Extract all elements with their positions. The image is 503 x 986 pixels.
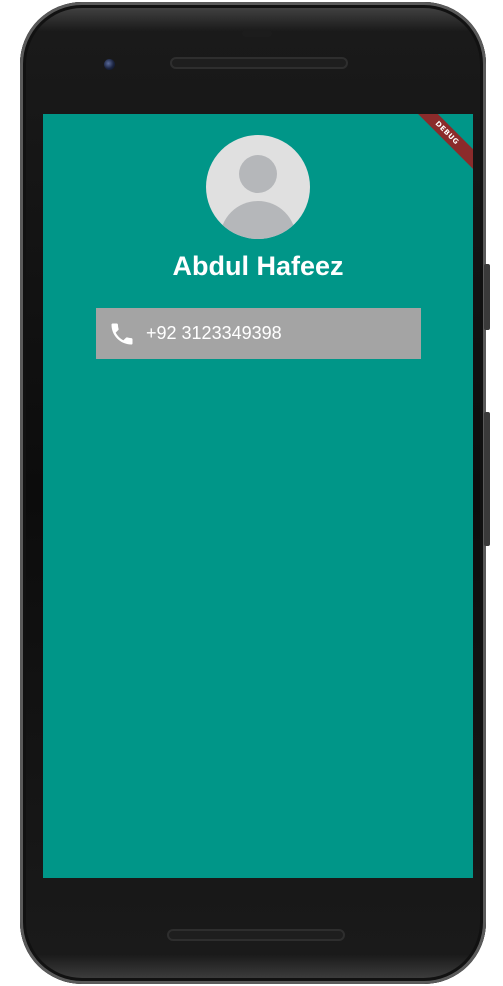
phone-icon	[111, 323, 133, 344]
front-camera-icon	[104, 59, 115, 70]
top-speaker	[170, 57, 348, 69]
avatar-body-shape	[220, 201, 296, 239]
volume-button	[484, 412, 490, 546]
top-sensor	[242, 30, 272, 37]
avatar	[206, 135, 310, 239]
profile-name: Abdul Hafeez	[172, 251, 344, 281]
phone-number-card[interactable]: +92 3123349398	[96, 308, 421, 359]
debug-banner: DEBUG	[406, 114, 473, 174]
person-placeholder-icon	[239, 155, 277, 193]
app-screen: DEBUG Abdul Hafeez +92 3123349398	[43, 114, 473, 878]
power-button	[484, 264, 490, 330]
bottom-speaker	[167, 929, 345, 941]
phone-number-text: +92 3123349398	[146, 323, 282, 343]
